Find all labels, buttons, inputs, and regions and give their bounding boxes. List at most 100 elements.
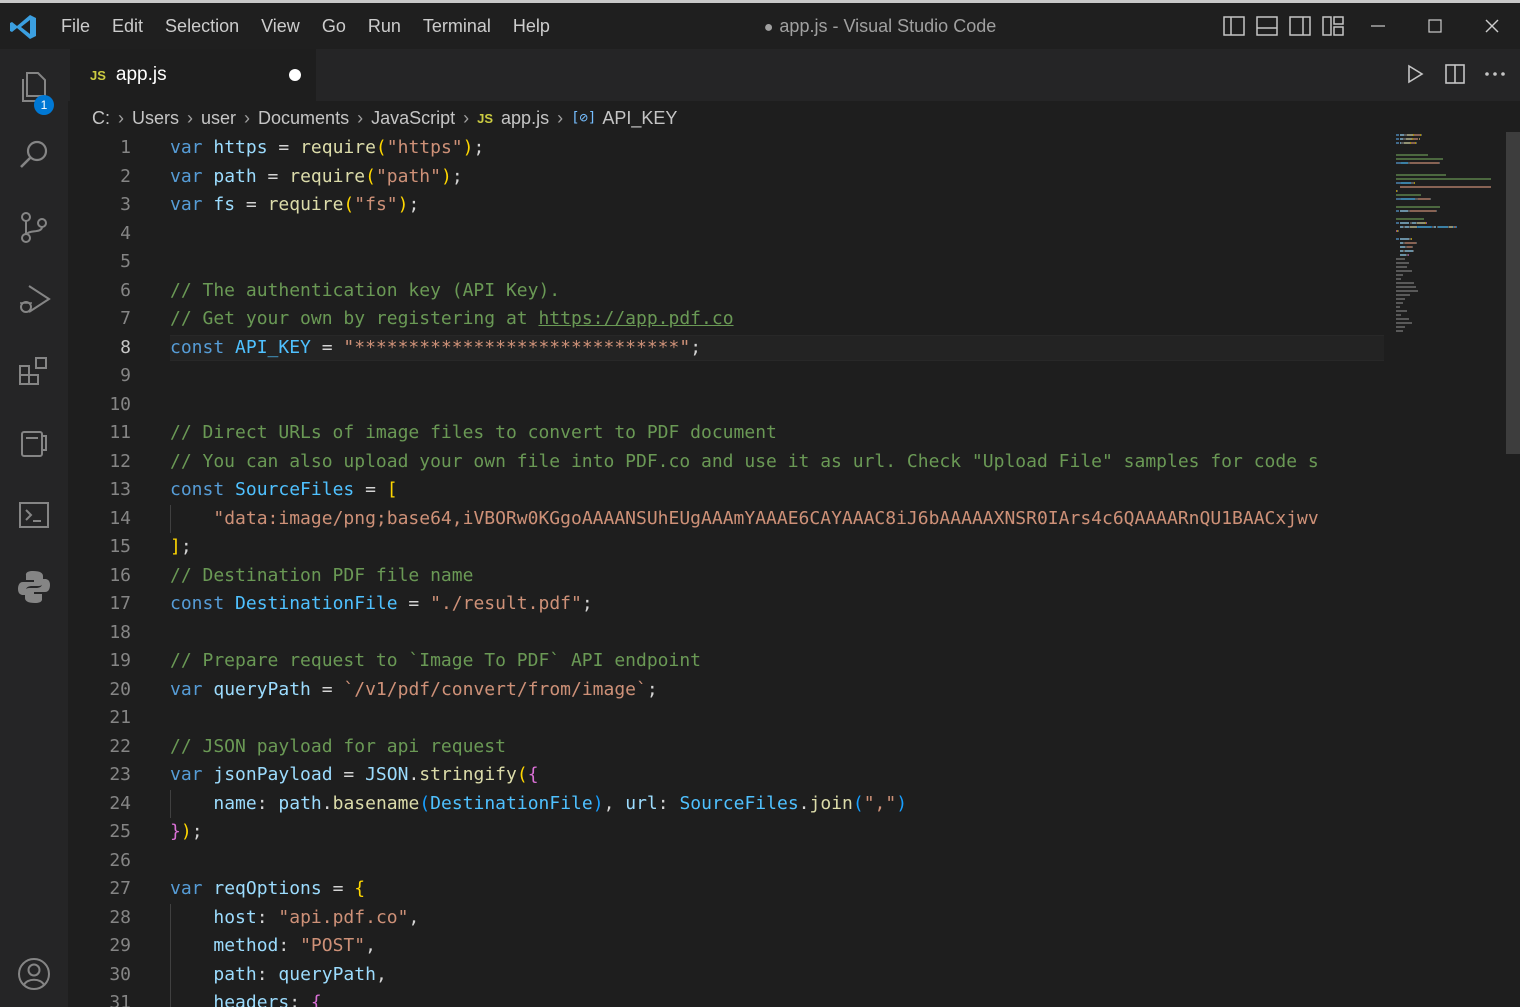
code-line[interactable]: 4 bbox=[68, 220, 1388, 249]
code-line[interactable]: 7 // Get your own by registering at https… bbox=[68, 305, 1388, 334]
breadcrumb-item[interactable]: app.js bbox=[501, 108, 549, 129]
code-token: { bbox=[310, 992, 322, 1007]
customize-layout-icon[interactable] bbox=[1321, 15, 1345, 37]
code-token: : bbox=[256, 963, 279, 985]
toggle-panel-icon[interactable] bbox=[1255, 15, 1279, 37]
code-token: queryPath bbox=[213, 678, 311, 700]
code-line[interactable]: 11 // Direct URLs of image files to conve… bbox=[68, 419, 1388, 448]
code-token: DestinationFile bbox=[430, 792, 593, 814]
code-line[interactable]: 31 headers: { bbox=[68, 989, 1388, 1007]
minimap-segment bbox=[1417, 198, 1431, 200]
toggle-secondary-sidebar-icon[interactable] bbox=[1288, 15, 1312, 37]
run-icon[interactable] bbox=[1404, 63, 1426, 85]
vertical-scrollbar[interactable] bbox=[1506, 130, 1520, 1007]
code-line[interactable]: 9 bbox=[68, 362, 1388, 391]
code-line[interactable]: 15]; bbox=[68, 533, 1388, 562]
code-line[interactable]: 8 const API_KEY = "**********************… bbox=[68, 334, 1388, 363]
menu-run[interactable]: Run bbox=[368, 16, 401, 37]
code-token: "api.pdf.co" bbox=[278, 906, 409, 928]
code-line[interactable]: 1 var https = require("https"); bbox=[68, 134, 1388, 163]
breadcrumb-item[interactable]: API_KEY bbox=[602, 108, 677, 129]
breadcrumb-item[interactable]: C: bbox=[92, 108, 110, 129]
code-line[interactable]: 5 bbox=[68, 248, 1388, 277]
code-token: : bbox=[289, 992, 311, 1007]
code-line[interactable]: 14 "data:image/png;base64,iVBORw0KGgoAAA… bbox=[68, 505, 1388, 534]
line-content: }); bbox=[170, 818, 203, 847]
minimap-segment bbox=[1396, 174, 1447, 176]
activity-extensions[interactable] bbox=[0, 341, 68, 401]
tab-label: app.js bbox=[115, 64, 167, 85]
breadcrumb-item[interactable]: user bbox=[201, 108, 236, 129]
code-line[interactable]: 21 bbox=[68, 704, 1388, 733]
code-line[interactable]: 30 path: queryPath, bbox=[68, 961, 1388, 990]
code-line[interactable]: 2 var path = require("path"); bbox=[68, 163, 1388, 192]
activity-source-control[interactable] bbox=[0, 197, 68, 257]
code-line[interactable]: 13 const SourceFiles = [ bbox=[68, 476, 1388, 505]
line-content: const API_KEY = "***********************… bbox=[170, 334, 701, 363]
code-line[interactable]: 29 method: "POST", bbox=[68, 932, 1388, 961]
menu-bar: File Edit Selection View Go Run Terminal Help bbox=[50, 3, 561, 49]
activity-run-debug[interactable] bbox=[0, 269, 68, 329]
code-line[interactable]: 20 var queryPath = `/v1/pdf/convert/from/… bbox=[68, 676, 1388, 705]
code-token: ( bbox=[365, 165, 376, 187]
breadcrumb-item[interactable]: Users bbox=[132, 108, 179, 129]
line-number: 19 bbox=[109, 650, 131, 671]
activity-search[interactable] bbox=[0, 125, 68, 185]
code-token: } bbox=[170, 821, 181, 842]
code-line[interactable]: 18 bbox=[68, 619, 1388, 648]
close-window-button[interactable] bbox=[1463, 3, 1520, 49]
activity-explorer[interactable]: 1 bbox=[0, 57, 68, 117]
code-editor[interactable]: 1 var https = require("https"); 2 var path … bbox=[68, 134, 1388, 1007]
menu-go[interactable]: Go bbox=[322, 16, 346, 37]
tab-app-js[interactable]: JS app.js bbox=[70, 49, 316, 101]
code-token: ) bbox=[180, 821, 192, 842]
minimap[interactable] bbox=[1388, 130, 1506, 1007]
menu-terminal[interactable]: Terminal bbox=[423, 16, 491, 37]
code-line[interactable]: 26 bbox=[68, 847, 1388, 876]
code-line[interactable]: 3 var fs = require("fs"); bbox=[68, 191, 1388, 220]
code-token: , bbox=[408, 906, 420, 928]
more-actions-icon[interactable] bbox=[1484, 63, 1506, 85]
minimap-segment bbox=[1396, 306, 1400, 308]
activity-python[interactable] bbox=[0, 557, 68, 617]
minimize-button[interactable] bbox=[1349, 3, 1406, 49]
menu-selection[interactable]: Selection bbox=[165, 16, 239, 37]
code-line[interactable]: 19 // Prepare request to `Image To PDF` A… bbox=[68, 647, 1388, 676]
code-line[interactable]: 27 var reqOptions = { bbox=[68, 875, 1388, 904]
code-line[interactable]: 12 // You can also upload your own file i… bbox=[68, 448, 1388, 477]
code-line[interactable]: 23 var jsonPayload = JSON.stringify({ bbox=[68, 761, 1388, 790]
menu-edit[interactable]: Edit bbox=[112, 16, 143, 37]
minimap-segment bbox=[1396, 318, 1409, 320]
run-debug-icon bbox=[20, 285, 51, 313]
code-line[interactable]: 6 // The authentication key (API Key). bbox=[68, 277, 1388, 306]
minimap-segment bbox=[1439, 162, 1441, 164]
code-token: ( bbox=[516, 764, 528, 785]
code-line[interactable]: 25}); bbox=[68, 818, 1388, 847]
code-line[interactable]: 28 host: "api.pdf.co", bbox=[68, 904, 1388, 933]
code-token: fs bbox=[213, 194, 236, 215]
editor-tab-bar: JS app.js bbox=[68, 49, 1520, 101]
code-line[interactable]: 22 // JSON payload for api request bbox=[68, 733, 1388, 762]
code-line[interactable]: 17 const DestinationFile = "./result.pdf"… bbox=[68, 590, 1388, 619]
breadcrumb-item[interactable]: Documents bbox=[258, 108, 349, 129]
toggle-primary-sidebar-icon[interactable] bbox=[1222, 15, 1246, 37]
menu-file[interactable]: File bbox=[61, 16, 90, 37]
code-token: var bbox=[170, 878, 203, 899]
activity-remote-explorer[interactable] bbox=[0, 413, 68, 473]
maximize-button[interactable] bbox=[1406, 3, 1463, 49]
unsaved-indicator-icon[interactable] bbox=[289, 69, 301, 81]
line-number: 13 bbox=[109, 479, 131, 500]
code-line[interactable]: 16 // Destination PDF file name bbox=[68, 562, 1388, 591]
split-editor-icon[interactable] bbox=[1444, 63, 1466, 85]
activity-terminal[interactable] bbox=[0, 485, 68, 545]
menu-view[interactable]: View bbox=[261, 16, 300, 37]
scrollbar-thumb[interactable] bbox=[1506, 132, 1520, 454]
code-token: "POST" bbox=[300, 935, 366, 956]
menu-help[interactable]: Help bbox=[513, 16, 550, 37]
activity-accounts[interactable] bbox=[0, 944, 68, 1004]
code-line[interactable]: 24 name: path.basename(DestinationFile),… bbox=[68, 790, 1388, 819]
code-token: name bbox=[213, 792, 257, 814]
breadcrumb-item[interactable]: JavaScript bbox=[371, 108, 455, 129]
code-line[interactable]: 10 bbox=[68, 391, 1388, 420]
